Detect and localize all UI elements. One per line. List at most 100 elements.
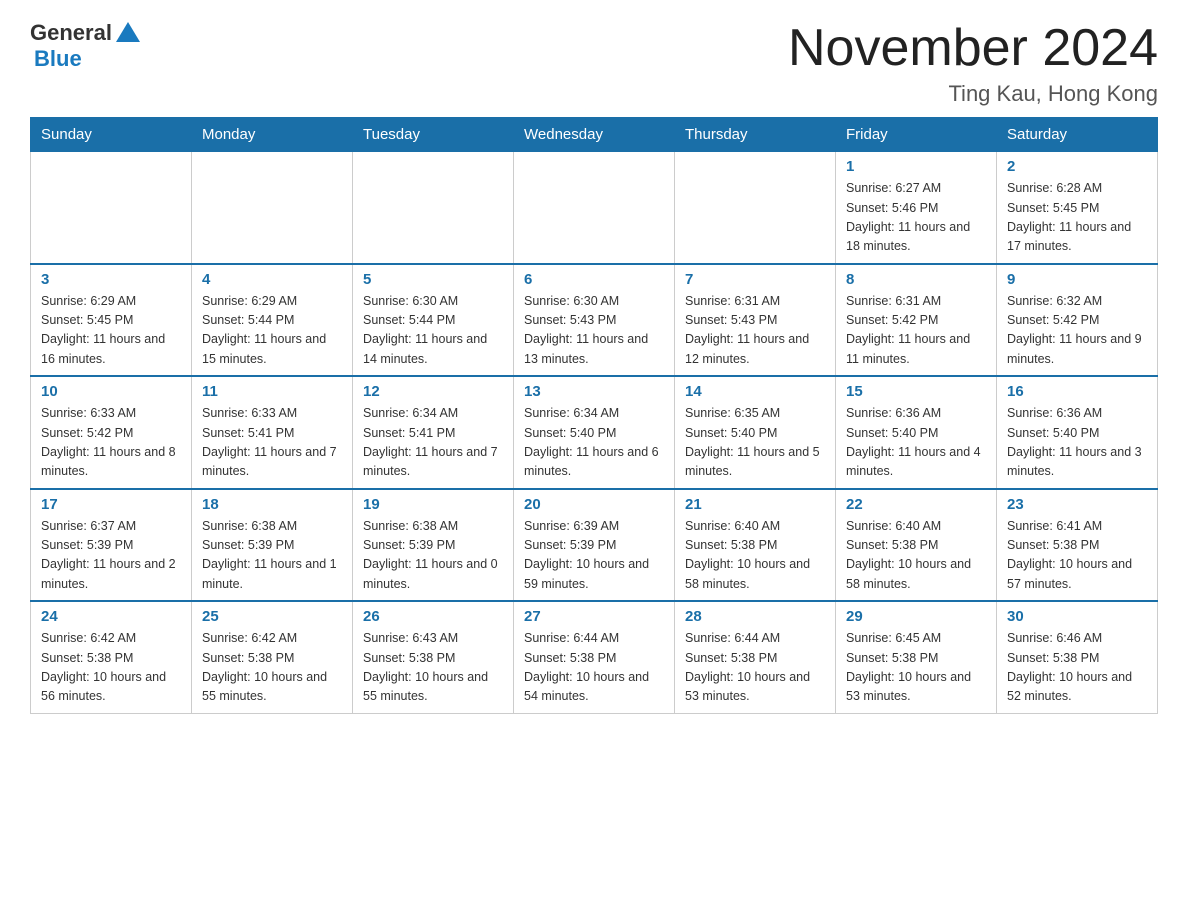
day-number: 21 bbox=[685, 496, 825, 513]
day-number: 28 bbox=[685, 608, 825, 625]
day-number: 4 bbox=[202, 271, 342, 288]
table-row: 6 Sunrise: 6:30 AMSunset: 5:43 PMDayligh… bbox=[514, 264, 675, 377]
day-number: 17 bbox=[41, 496, 181, 513]
day-number: 2 bbox=[1007, 158, 1147, 175]
day-number: 8 bbox=[846, 271, 986, 288]
day-info: Sunrise: 6:31 AMSunset: 5:43 PMDaylight:… bbox=[685, 292, 825, 370]
day-info: Sunrise: 6:32 AMSunset: 5:42 PMDaylight:… bbox=[1007, 292, 1147, 370]
day-info: Sunrise: 6:38 AMSunset: 5:39 PMDaylight:… bbox=[363, 517, 503, 595]
day-number: 9 bbox=[1007, 271, 1147, 288]
logo: General Blue bbox=[30, 20, 140, 72]
logo-general-text: General bbox=[30, 20, 112, 46]
table-row: 4 Sunrise: 6:29 AMSunset: 5:44 PMDayligh… bbox=[192, 264, 353, 377]
table-row bbox=[31, 152, 192, 264]
day-info: Sunrise: 6:44 AMSunset: 5:38 PMDaylight:… bbox=[524, 629, 664, 707]
day-info: Sunrise: 6:29 AMSunset: 5:44 PMDaylight:… bbox=[202, 292, 342, 370]
day-info: Sunrise: 6:38 AMSunset: 5:39 PMDaylight:… bbox=[202, 517, 342, 595]
day-info: Sunrise: 6:37 AMSunset: 5:39 PMDaylight:… bbox=[41, 517, 181, 595]
col-friday: Friday bbox=[836, 118, 997, 152]
day-number: 11 bbox=[202, 383, 342, 400]
day-info: Sunrise: 6:29 AMSunset: 5:45 PMDaylight:… bbox=[41, 292, 181, 370]
day-number: 3 bbox=[41, 271, 181, 288]
day-number: 23 bbox=[1007, 496, 1147, 513]
day-info: Sunrise: 6:27 AMSunset: 5:46 PMDaylight:… bbox=[846, 179, 986, 257]
calendar-week-row: 3 Sunrise: 6:29 AMSunset: 5:45 PMDayligh… bbox=[31, 264, 1158, 377]
table-row: 18 Sunrise: 6:38 AMSunset: 5:39 PMDaylig… bbox=[192, 489, 353, 602]
day-number: 6 bbox=[524, 271, 664, 288]
table-row: 8 Sunrise: 6:31 AMSunset: 5:42 PMDayligh… bbox=[836, 264, 997, 377]
table-row: 29 Sunrise: 6:45 AMSunset: 5:38 PMDaylig… bbox=[836, 601, 997, 713]
col-thursday: Thursday bbox=[675, 118, 836, 152]
table-row bbox=[514, 152, 675, 264]
calendar-table: Sunday Monday Tuesday Wednesday Thursday… bbox=[30, 117, 1158, 714]
table-row: 28 Sunrise: 6:44 AMSunset: 5:38 PMDaylig… bbox=[675, 601, 836, 713]
calendar-week-row: 24 Sunrise: 6:42 AMSunset: 5:38 PMDaylig… bbox=[31, 601, 1158, 713]
table-row: 22 Sunrise: 6:40 AMSunset: 5:38 PMDaylig… bbox=[836, 489, 997, 602]
day-number: 26 bbox=[363, 608, 503, 625]
day-number: 27 bbox=[524, 608, 664, 625]
day-info: Sunrise: 6:41 AMSunset: 5:38 PMDaylight:… bbox=[1007, 517, 1147, 595]
day-info: Sunrise: 6:34 AMSunset: 5:41 PMDaylight:… bbox=[363, 404, 503, 482]
day-info: Sunrise: 6:46 AMSunset: 5:38 PMDaylight:… bbox=[1007, 629, 1147, 707]
day-number: 12 bbox=[363, 383, 503, 400]
table-row: 19 Sunrise: 6:38 AMSunset: 5:39 PMDaylig… bbox=[353, 489, 514, 602]
table-row: 20 Sunrise: 6:39 AMSunset: 5:39 PMDaylig… bbox=[514, 489, 675, 602]
day-info: Sunrise: 6:40 AMSunset: 5:38 PMDaylight:… bbox=[846, 517, 986, 595]
calendar-week-row: 1 Sunrise: 6:27 AMSunset: 5:46 PMDayligh… bbox=[31, 152, 1158, 264]
table-row: 15 Sunrise: 6:36 AMSunset: 5:40 PMDaylig… bbox=[836, 376, 997, 489]
table-row bbox=[353, 152, 514, 264]
table-row: 2 Sunrise: 6:28 AMSunset: 5:45 PMDayligh… bbox=[997, 152, 1158, 264]
table-row: 16 Sunrise: 6:36 AMSunset: 5:40 PMDaylig… bbox=[997, 376, 1158, 489]
title-area: November 2024 Ting Kau, Hong Kong bbox=[788, 20, 1158, 107]
calendar-week-row: 10 Sunrise: 6:33 AMSunset: 5:42 PMDaylig… bbox=[31, 376, 1158, 489]
day-info: Sunrise: 6:33 AMSunset: 5:41 PMDaylight:… bbox=[202, 404, 342, 482]
table-row: 1 Sunrise: 6:27 AMSunset: 5:46 PMDayligh… bbox=[836, 152, 997, 264]
table-row: 14 Sunrise: 6:35 AMSunset: 5:40 PMDaylig… bbox=[675, 376, 836, 489]
logo-blue-text: Blue bbox=[34, 46, 82, 72]
day-number: 13 bbox=[524, 383, 664, 400]
day-number: 25 bbox=[202, 608, 342, 625]
table-row: 12 Sunrise: 6:34 AMSunset: 5:41 PMDaylig… bbox=[353, 376, 514, 489]
day-number: 15 bbox=[846, 383, 986, 400]
day-info: Sunrise: 6:30 AMSunset: 5:44 PMDaylight:… bbox=[363, 292, 503, 370]
table-row: 21 Sunrise: 6:40 AMSunset: 5:38 PMDaylig… bbox=[675, 489, 836, 602]
table-row: 27 Sunrise: 6:44 AMSunset: 5:38 PMDaylig… bbox=[514, 601, 675, 713]
day-number: 16 bbox=[1007, 383, 1147, 400]
table-row: 17 Sunrise: 6:37 AMSunset: 5:39 PMDaylig… bbox=[31, 489, 192, 602]
col-saturday: Saturday bbox=[997, 118, 1158, 152]
day-info: Sunrise: 6:36 AMSunset: 5:40 PMDaylight:… bbox=[1007, 404, 1147, 482]
table-row: 30 Sunrise: 6:46 AMSunset: 5:38 PMDaylig… bbox=[997, 601, 1158, 713]
month-title: November 2024 bbox=[788, 20, 1158, 77]
day-number: 29 bbox=[846, 608, 986, 625]
day-info: Sunrise: 6:31 AMSunset: 5:42 PMDaylight:… bbox=[846, 292, 986, 370]
day-info: Sunrise: 6:45 AMSunset: 5:38 PMDaylight:… bbox=[846, 629, 986, 707]
table-row bbox=[675, 152, 836, 264]
col-tuesday: Tuesday bbox=[353, 118, 514, 152]
table-row: 24 Sunrise: 6:42 AMSunset: 5:38 PMDaylig… bbox=[31, 601, 192, 713]
table-row: 9 Sunrise: 6:32 AMSunset: 5:42 PMDayligh… bbox=[997, 264, 1158, 377]
day-number: 24 bbox=[41, 608, 181, 625]
day-number: 20 bbox=[524, 496, 664, 513]
table-row bbox=[192, 152, 353, 264]
day-info: Sunrise: 6:28 AMSunset: 5:45 PMDaylight:… bbox=[1007, 179, 1147, 257]
day-info: Sunrise: 6:42 AMSunset: 5:38 PMDaylight:… bbox=[202, 629, 342, 707]
day-info: Sunrise: 6:42 AMSunset: 5:38 PMDaylight:… bbox=[41, 629, 181, 707]
day-number: 30 bbox=[1007, 608, 1147, 625]
table-row: 26 Sunrise: 6:43 AMSunset: 5:38 PMDaylig… bbox=[353, 601, 514, 713]
location-subtitle: Ting Kau, Hong Kong bbox=[788, 81, 1158, 107]
table-row: 5 Sunrise: 6:30 AMSunset: 5:44 PMDayligh… bbox=[353, 264, 514, 377]
day-number: 14 bbox=[685, 383, 825, 400]
day-info: Sunrise: 6:35 AMSunset: 5:40 PMDaylight:… bbox=[685, 404, 825, 482]
day-number: 10 bbox=[41, 383, 181, 400]
day-info: Sunrise: 6:34 AMSunset: 5:40 PMDaylight:… bbox=[524, 404, 664, 482]
table-row: 11 Sunrise: 6:33 AMSunset: 5:41 PMDaylig… bbox=[192, 376, 353, 489]
day-info: Sunrise: 6:44 AMSunset: 5:38 PMDaylight:… bbox=[685, 629, 825, 707]
day-number: 19 bbox=[363, 496, 503, 513]
day-number: 1 bbox=[846, 158, 986, 175]
day-number: 5 bbox=[363, 271, 503, 288]
day-number: 22 bbox=[846, 496, 986, 513]
day-number: 7 bbox=[685, 271, 825, 288]
day-number: 18 bbox=[202, 496, 342, 513]
day-info: Sunrise: 6:36 AMSunset: 5:40 PMDaylight:… bbox=[846, 404, 986, 482]
day-info: Sunrise: 6:33 AMSunset: 5:42 PMDaylight:… bbox=[41, 404, 181, 482]
